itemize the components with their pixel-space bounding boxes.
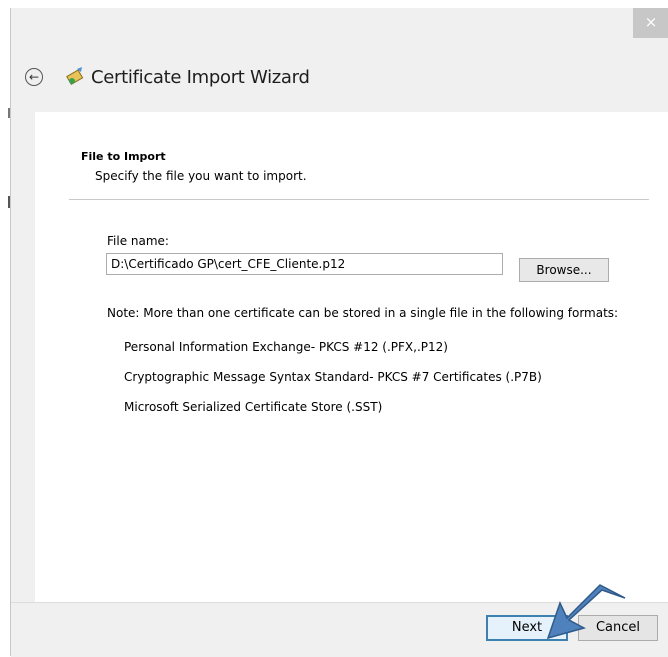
title-bar: × [11, 8, 668, 38]
divider [69, 199, 649, 200]
certificate-icon [66, 67, 84, 86]
wizard-window: × ← Certificate Import Wizard File to Im… [10, 8, 668, 657]
format-item: Cryptographic Message Syntax Standard- P… [124, 370, 542, 384]
cancel-button[interactable]: Cancel [578, 615, 658, 641]
format-item: Microsoft Serialized Certificate Store (… [124, 400, 383, 414]
note-text: Note: More than one certificate can be s… [107, 306, 619, 320]
back-arrow-icon[interactable]: ← [25, 68, 43, 86]
background-edge [0, 0, 10, 656]
content-panel: File to Import Specify the file you want… [35, 112, 668, 602]
wizard-header: ← Certificate Import Wizard [11, 60, 668, 96]
footer-bar: Next Cancel [11, 602, 668, 657]
browse-button[interactable]: Browse... [519, 258, 609, 282]
wizard-title: Certificate Import Wizard [91, 67, 310, 88]
section-subtitle: Specify the file you want to import. [95, 169, 307, 183]
file-name-label: File name: [107, 234, 169, 248]
close-button[interactable]: × [633, 8, 668, 38]
file-name-input[interactable]: D:\Certificado GP\cert_CFE_Cliente.p12 [106, 253, 503, 275]
section-title: File to Import [81, 150, 166, 163]
format-item: Personal Information Exchange- PKCS #12 … [124, 340, 448, 354]
next-button[interactable]: Next [486, 615, 568, 641]
